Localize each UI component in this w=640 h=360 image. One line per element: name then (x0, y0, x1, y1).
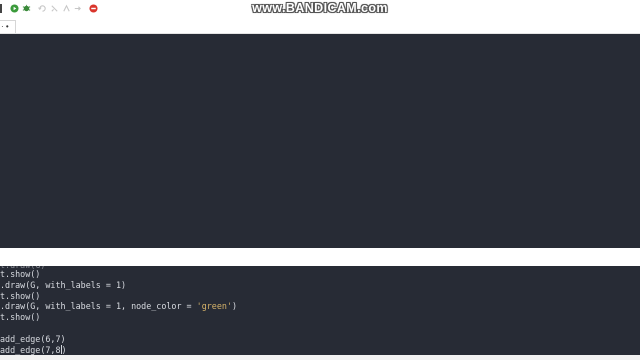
bandicam-watermark: www.BANDICAM.com (252, 1, 388, 15)
toolbar: www.BANDICAM.com (0, 0, 640, 18)
tab-bar: · • (0, 18, 640, 34)
code-line: .draw(G, with_labels = 1) (0, 280, 127, 290)
output-canvas (0, 34, 640, 248)
string-literal: 'green' (196, 301, 232, 311)
code-line: add_edge(6,7) (0, 334, 66, 344)
pane-divider[interactable] (0, 248, 640, 266)
code-line: t.show() (0, 312, 41, 322)
code-line: t.show() (0, 291, 41, 301)
code-editor[interactable]: t.draw(G) t.show() .draw(G, with_labels … (0, 266, 640, 360)
status-strip (0, 355, 640, 360)
code-line: add_edge(7,8) (0, 345, 67, 355)
code-line: t.show() (0, 269, 41, 279)
editor-tab[interactable]: · • (0, 20, 16, 33)
code-line: .draw(G, with_labels = 1, node_color = '… (0, 301, 237, 311)
